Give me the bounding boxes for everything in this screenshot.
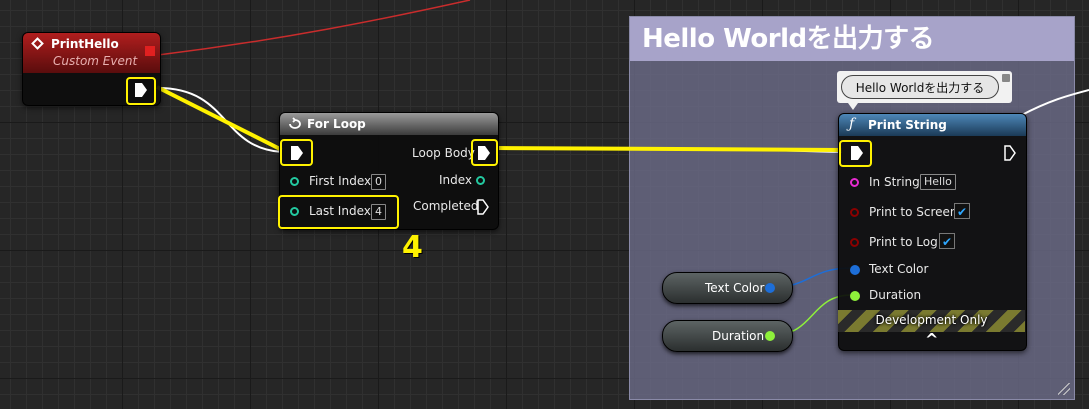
loop-body-pin-icon[interactable] <box>476 145 492 161</box>
duration-variable-label: Duration <box>712 329 765 343</box>
index-label: Index <box>439 173 473 187</box>
duration-label: Duration <box>869 288 922 302</box>
print-to-log-checkbox[interactable]: ✔ <box>939 233 955 249</box>
duration-var-pin-icon[interactable] <box>765 331 775 341</box>
first-index-pin-icon[interactable] <box>290 177 299 186</box>
exec-out-pin-icon[interactable] <box>133 82 149 98</box>
text-color-label: Text Color <box>869 262 929 276</box>
print-to-screen-label: Print to Screen <box>869 205 958 219</box>
print-to-screen-checkbox[interactable]: ✔ <box>954 203 970 219</box>
first-index-label: First Index <box>309 174 372 188</box>
last-index-pin-icon[interactable] <box>290 207 299 216</box>
comment-bubble[interactable]: Hello Worldを出力する <box>841 75 999 99</box>
text-color-variable-node[interactable]: Text Color <box>662 272 793 304</box>
index-pin-icon[interactable] <box>476 176 485 185</box>
development-only-banner: Development Only <box>838 310 1025 332</box>
bubble-pointer-icon <box>848 103 858 110</box>
in-string-input[interactable]: Hello <box>920 174 956 190</box>
in-string-pin-icon[interactable] <box>850 178 859 187</box>
development-only-label: Development Only <box>875 313 988 327</box>
for-loop-title: For Loop <box>307 117 366 131</box>
first-index-input[interactable]: 0 <box>371 174 386 190</box>
print-to-screen-pin-icon[interactable] <box>850 208 859 217</box>
last-index-input[interactable]: 4 <box>371 204 386 220</box>
loop-icon <box>289 117 301 129</box>
duration-variable-node[interactable]: Duration <box>662 320 793 352</box>
last-index-label: Last Index <box>309 204 371 218</box>
function-icon: ƒ <box>849 116 855 132</box>
annotation-label: 4 <box>402 230 423 265</box>
delegate-wire <box>157 0 471 56</box>
text-color-variable-label: Text Color <box>705 281 765 295</box>
delegate-pin-icon[interactable] <box>145 46 155 56</box>
completed-pin-icon[interactable] <box>476 199 490 215</box>
for-loop-node[interactable]: For Loop First Index 0 Last Index 4 Loop… <box>278 112 499 230</box>
text-color-var-pin-icon[interactable] <box>765 283 775 293</box>
duration-pin-icon[interactable] <box>850 291 860 301</box>
event-node-subtitle: Custom Event <box>53 54 138 68</box>
print-exec-in-pin-icon[interactable] <box>849 145 865 161</box>
exec-in-pin-icon[interactable] <box>289 145 305 161</box>
print-exec-out-pin-icon[interactable] <box>1003 145 1017 161</box>
pin-bubble-icon[interactable] <box>1002 74 1010 82</box>
print-to-log-pin-icon[interactable] <box>850 238 859 247</box>
expand-arrow-icon[interactable]: ^ <box>925 330 938 349</box>
in-string-label: In String <box>869 175 920 189</box>
outgoing-wire <box>1019 89 1089 117</box>
loop-body-label: Loop Body <box>412 146 475 160</box>
highlight-wire-b <box>495 146 843 152</box>
completed-label: Completed <box>413 199 479 213</box>
text-color-pin-icon[interactable] <box>850 265 860 275</box>
print-to-log-label: Print to Log <box>869 235 938 249</box>
print-string-title: Print String <box>868 118 947 132</box>
event-node-title: PrintHello <box>51 37 119 51</box>
highlight-wire-a <box>156 85 283 152</box>
custom-event-node[interactable]: PrintHello Custom Event <box>22 32 161 106</box>
